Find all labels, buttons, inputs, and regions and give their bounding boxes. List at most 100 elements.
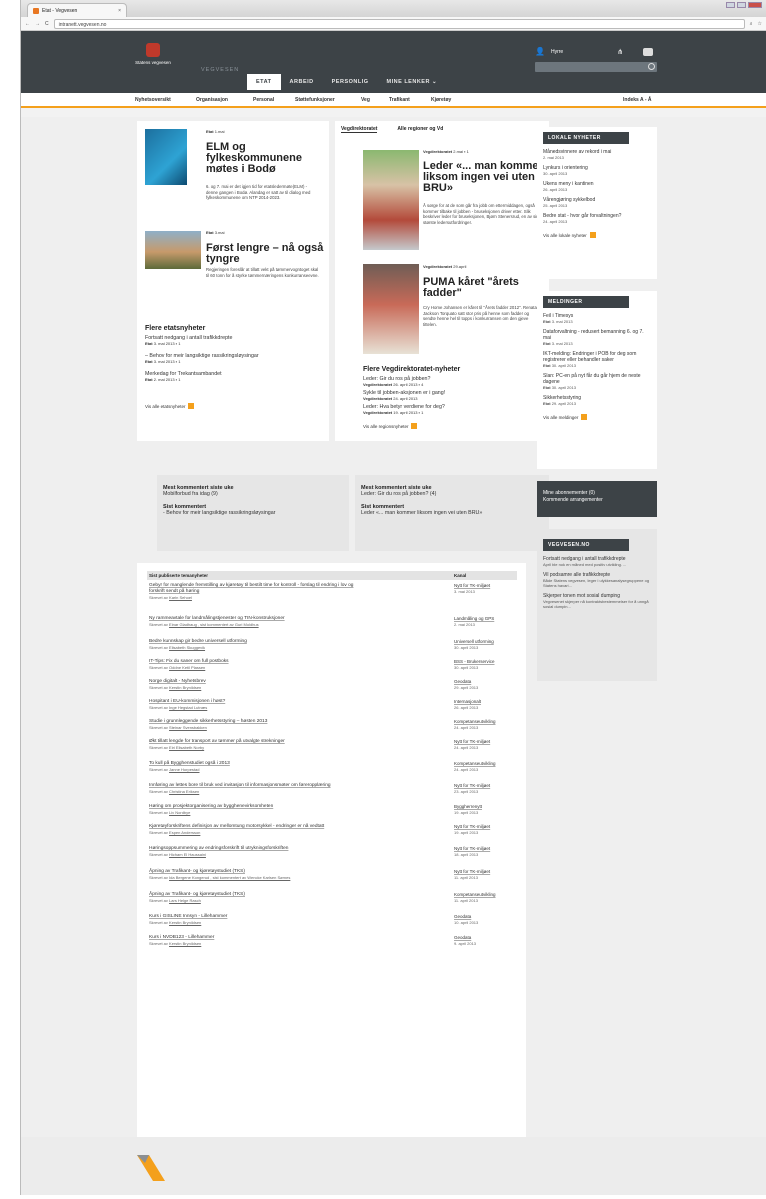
author-link[interactable]: Karin Sehoel: [169, 595, 192, 600]
channel-link[interactable]: Geodata: [454, 914, 471, 919]
list-item[interactable]: Dataforvaltning - redusert bemanning 6. …: [543, 329, 651, 346]
list-item[interactable]: Slan: PC-en på nyt får du går hjem de ne…: [543, 373, 651, 390]
author-link[interactable]: Kerstin Brynildsen: [169, 941, 201, 946]
list-item[interactable]: Sykle til jobben-aksjonen er i gang! Vegd…: [363, 390, 543, 401]
article-title[interactable]: ELM og fylkeskommunene møtes i Bodø: [206, 142, 326, 175]
channel-link[interactable]: Nytt for TK-miljøet: [454, 739, 490, 744]
author-link[interactable]: Einar Gladhaug , sist kommentert av Guri…: [169, 622, 259, 627]
channel-link[interactable]: Nytt for TK-miljøet: [454, 783, 490, 788]
search-icon[interactable]: [648, 63, 655, 70]
channel-link[interactable]: Nytt for TK-miljøet: [454, 583, 490, 588]
channel-link[interactable]: Universell utforming: [454, 639, 494, 644]
forward-icon[interactable]: →: [35, 21, 40, 27]
author-link[interactable]: Eiri Elisabeth Norby: [169, 745, 204, 750]
row-title-link[interactable]: Bedre kunnskap gir bedre universell utfo…: [149, 639, 247, 644]
subnav-trafikant[interactable]: Trafikant: [389, 97, 410, 103]
row-title-link[interactable]: Åpning av Trafikant- og kjøretøystudiet …: [149, 869, 245, 874]
list-item[interactable]: Merkedag for Trekantsambandet Etat 2. mai…: [145, 371, 325, 382]
row-title-link[interactable]: To kull på Bygghenstudiet også i 2013: [149, 761, 230, 766]
row-title-link[interactable]: Høring om prosjektorganisering av bygghe…: [149, 804, 273, 809]
list-item[interactable]: Månedsvinnere av rekord i mai 2. mai 2013: [543, 149, 651, 160]
list-item[interactable]: Fortsatt nedgang i antall trafikkdrepte E…: [145, 335, 325, 346]
org-chart-icon[interactable]: ⋔: [617, 48, 623, 56]
channel-link[interactable]: Kompetanseutvikling: [454, 892, 496, 897]
list-item[interactable]: Skjerper tonen mot sosial dumping Vegvese…: [543, 593, 651, 609]
channel-link[interactable]: Landmåling og GPS: [454, 616, 494, 621]
url-field[interactable]: intranett.vegvesen.no: [53, 18, 745, 29]
subnav-organisasjon[interactable]: Organisasjon: [196, 97, 228, 103]
browser-tab[interactable]: Etat - Vegvesen ×: [27, 3, 127, 17]
subnav-kjoretoy[interactable]: Kjøretøy: [431, 97, 451, 103]
channel-link[interactable]: Internasjonalt: [454, 699, 481, 704]
stat-link[interactable]: Mobilforbud fra idag (9): [163, 491, 343, 497]
star-icon[interactable]: ☆: [758, 21, 762, 27]
row-title-link[interactable]: Innføring av lettes bore til bruk ved in…: [149, 783, 331, 788]
article-title[interactable]: Først lengre – nå også tyngre: [206, 243, 326, 265]
channel-link[interactable]: Geodata: [454, 679, 471, 684]
author-link[interactable]: Oddne Ketil Plassen: [169, 665, 205, 670]
my-subscriptions-link[interactable]: Mine abonnementer (0): [543, 490, 651, 497]
search-input[interactable]: [535, 62, 657, 72]
nav-etat[interactable]: ETAT: [247, 74, 281, 90]
author-link[interactable]: Elisabeth Skuggevik: [169, 645, 205, 650]
channel-link[interactable]: BSS - Brukerservice: [454, 659, 495, 664]
chat-icon[interactable]: [643, 47, 654, 56]
list-item[interactable]: IKT-melding: Endringer i POB for deg som…: [543, 351, 651, 368]
row-title-link[interactable]: Høringsoppsummering av endringsforskrift…: [149, 846, 288, 851]
row-title-link[interactable]: Kurs i NVDB123 - Lillehammer: [149, 935, 214, 940]
channel-link[interactable]: Nytt for TK-miljøet: [454, 869, 490, 874]
list-item[interactable]: Leder: Hva betyr verdiene for deg? Vegdir…: [363, 404, 543, 415]
subnav-veg[interactable]: Veg: [361, 97, 370, 103]
row-title-link[interactable]: Ny rammeavtale for landmålingstjenester …: [149, 616, 285, 621]
row-title-link[interactable]: Kurs i GISLINE Innsyn - Lillehammer: [149, 914, 227, 919]
channel-link[interactable]: Nytt for TK-miljøet: [454, 846, 490, 851]
article-title[interactable]: Leder «... man kommer liksom ingen vei u…: [423, 161, 545, 194]
subnav-nyhetsoversikt[interactable]: Nyhetsoversikt: [135, 97, 171, 103]
list-item[interactable]: Feil i Timesys Etat 3. mai 2013: [543, 313, 651, 324]
channel-link[interactable]: Nytt for TK-miljøet: [454, 824, 490, 829]
author-link[interactable]: Christina Eriksen: [169, 789, 199, 794]
subnav-stottefunksjoner[interactable]: Støttefunksjoner: [295, 97, 335, 103]
list-item[interactable]: Sikkerhetsstyring Etat 29. april 2013: [543, 395, 651, 406]
list-item[interactable]: – Behov for meir langsiktige rassikrings…: [145, 353, 325, 364]
reload-icon[interactable]: C: [45, 21, 49, 27]
zoom-icon[interactable]: ⌕: [750, 21, 753, 27]
row-title-link[interactable]: IT-Tips: Fix du saner om full postboks: [149, 659, 229, 664]
show-all-lokale-link[interactable]: Vis alle lokale nyheter: [543, 232, 651, 238]
author-link[interactable]: Kerstin Brynildsen: [169, 920, 201, 925]
show-all-vd-link[interactable]: Vis alle regionsnyheter: [363, 423, 418, 429]
user-name[interactable]: Hyrre: [551, 49, 563, 55]
article-title[interactable]: PUMA kåret "årets fadder": [423, 277, 545, 299]
subnav-personal[interactable]: Personal: [253, 97, 274, 103]
list-item[interactable]: Lynkurs i orientering 30. april 2013: [543, 165, 651, 176]
channel-link[interactable]: Kompetanseutvikling: [454, 761, 496, 766]
row-title-link[interactable]: Åpning av Trafikant- og kjøretøystudiet …: [149, 892, 245, 897]
events-link[interactable]: Kommende arrangementer: [543, 497, 651, 504]
stat-link[interactable]: Leder «... man kommer liksom ingen vei u…: [361, 510, 543, 516]
stat-link[interactable]: - Behov for meir langsiktige rassikrings…: [163, 510, 343, 516]
show-all-etat-link[interactable]: Vis alle etatsnyheter: [145, 403, 195, 409]
close-window-icon[interactable]: [748, 2, 762, 8]
row-title-link[interactable]: forskrift sendt på høring: [149, 589, 199, 594]
nav-mine-lenker[interactable]: MINE LENKER ⌄: [378, 74, 447, 90]
stat-link[interactable]: Leder: Gir du ros på jobben? (4): [361, 491, 543, 497]
row-title-link[interactable]: Økt tillatt lengde for transport av tømm…: [149, 739, 285, 744]
author-link[interactable]: Lars Helge Rasch: [169, 898, 201, 903]
maximize-icon[interactable]: [737, 2, 746, 8]
subnav-indeks[interactable]: Indeks A - Å: [623, 97, 652, 103]
show-all-meldinger-link[interactable]: Vis alle meldinger: [543, 414, 651, 420]
channel-link[interactable]: Kompetanseutvikling: [454, 719, 496, 724]
list-item[interactable]: Leder: Gir du ros på jobben? Vegdirektora…: [363, 376, 543, 387]
list-item[interactable]: Fortsatt nedgang i antall trafikkdrepte A…: [543, 556, 651, 567]
author-link[interactable]: Janne Horpestad: [169, 767, 199, 772]
close-tab-icon[interactable]: ×: [118, 8, 121, 14]
minimize-icon[interactable]: [726, 2, 735, 8]
list-item[interactable]: Vårengjøring sykkelbod 25. april 2013: [543, 197, 651, 208]
author-link[interactable]: Liv Nordbye: [169, 810, 190, 815]
nav-personlig[interactable]: PERSONLIG: [323, 74, 378, 90]
author-link[interactable]: Inge Hegstad Lutnæs: [169, 705, 207, 710]
back-icon[interactable]: ←: [25, 21, 30, 27]
nav-arbeid[interactable]: ARBEID: [281, 74, 323, 90]
list-item[interactable]: Vil podsamre alle trafikkdrepte Både Stat…: [543, 572, 651, 588]
site-logo[interactable]: Statens vegvesen: [133, 43, 173, 65]
